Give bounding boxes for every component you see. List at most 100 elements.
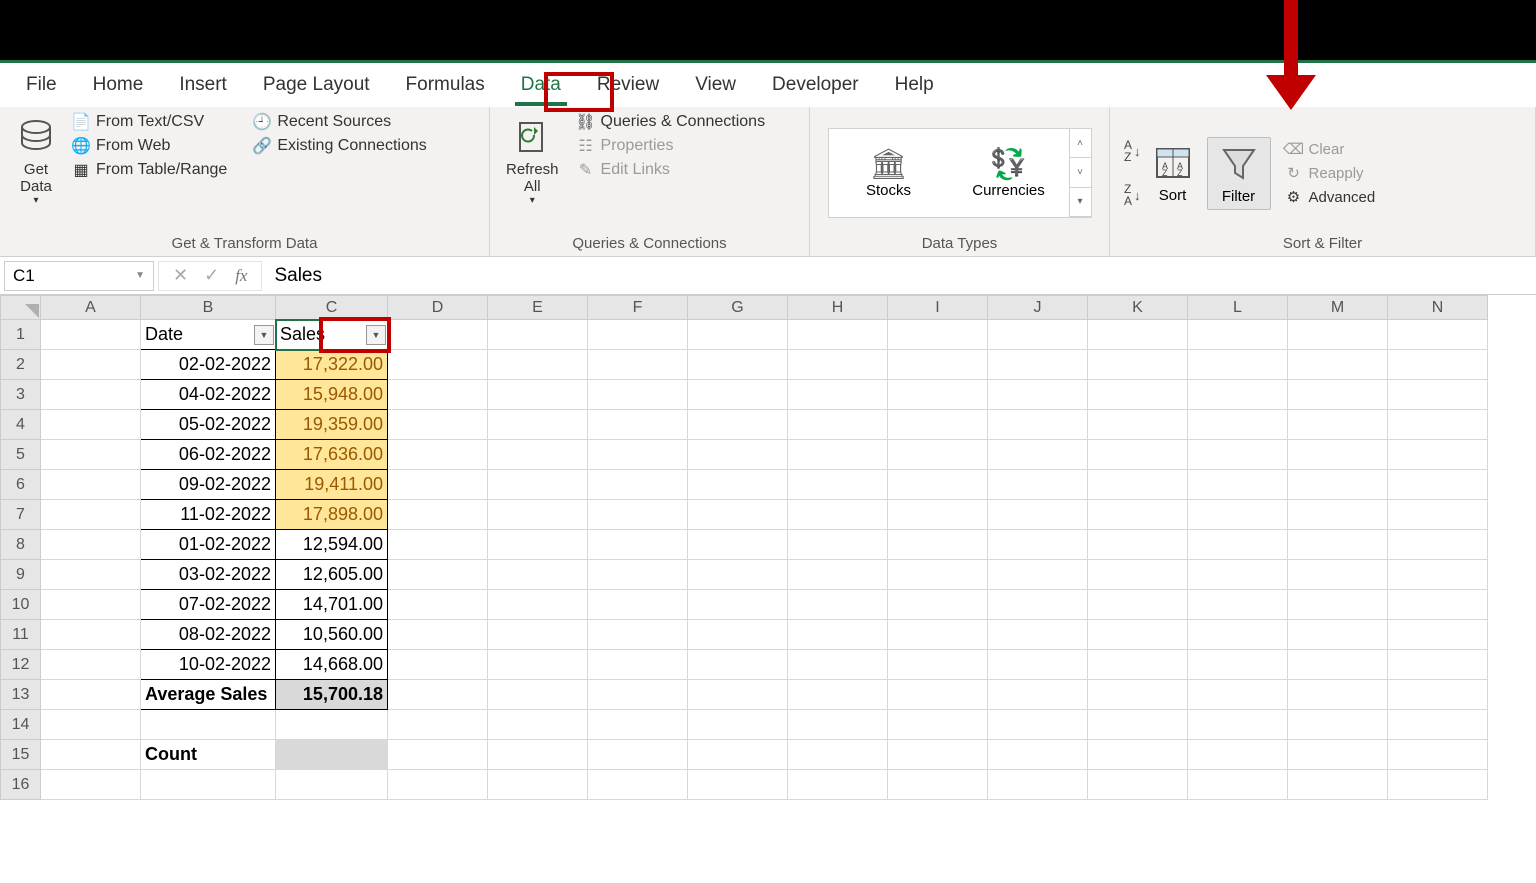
tab-page-layout[interactable]: Page Layout — [245, 66, 388, 104]
cell-E11[interactable] — [488, 620, 588, 650]
cell-J7[interactable] — [988, 500, 1088, 530]
cell-D12[interactable] — [388, 650, 488, 680]
cell-F1[interactable] — [588, 320, 688, 350]
cell-L2[interactable] — [1188, 350, 1288, 380]
cell-K9[interactable] — [1088, 560, 1188, 590]
cell-K11[interactable] — [1088, 620, 1188, 650]
column-header-G[interactable]: G — [688, 296, 788, 320]
cell-I11[interactable] — [888, 620, 988, 650]
cell-E2[interactable] — [488, 350, 588, 380]
tab-view[interactable]: View — [677, 66, 754, 104]
cell-I16[interactable] — [888, 770, 988, 800]
row-header-16[interactable]: 16 — [1, 770, 41, 800]
cell-F15[interactable] — [588, 740, 688, 770]
cell-D6[interactable] — [388, 470, 488, 500]
cell-N15[interactable] — [1388, 740, 1488, 770]
cell-D15[interactable] — [388, 740, 488, 770]
cell-H15[interactable] — [788, 740, 888, 770]
cell-H8[interactable] — [788, 530, 888, 560]
row-header-8[interactable]: 8 — [1, 530, 41, 560]
cell-D7[interactable] — [388, 500, 488, 530]
column-header-D[interactable]: D — [388, 296, 488, 320]
stocks-type[interactable]: 🏛 Stocks — [829, 147, 949, 199]
column-header-I[interactable]: I — [888, 296, 988, 320]
cell-N6[interactable] — [1388, 470, 1488, 500]
cell-B2[interactable]: 02-02-2022 — [141, 350, 276, 380]
from-text-csv-button[interactable]: 📄From Text/CSV — [72, 113, 227, 131]
cell-J3[interactable] — [988, 380, 1088, 410]
cell-F5[interactable] — [588, 440, 688, 470]
cell-K10[interactable] — [1088, 590, 1188, 620]
cell-F2[interactable] — [588, 350, 688, 380]
cell-I7[interactable] — [888, 500, 988, 530]
cell-A2[interactable] — [41, 350, 141, 380]
cell-K15[interactable] — [1088, 740, 1188, 770]
cell-K12[interactable] — [1088, 650, 1188, 680]
cell-N8[interactable] — [1388, 530, 1488, 560]
existing-connections-button[interactable]: 🔗Existing Connections — [253, 137, 426, 155]
cell-M11[interactable] — [1288, 620, 1388, 650]
cell-B16[interactable] — [141, 770, 276, 800]
cell-K2[interactable] — [1088, 350, 1188, 380]
cell-B3[interactable]: 04-02-2022 — [141, 380, 276, 410]
from-table-range-button[interactable]: ▦From Table/Range — [72, 161, 227, 179]
cell-A11[interactable] — [41, 620, 141, 650]
cell-K5[interactable] — [1088, 440, 1188, 470]
currencies-type[interactable]: 💱 Currencies — [949, 147, 1069, 199]
cell-J2[interactable] — [988, 350, 1088, 380]
cell-I15[interactable] — [888, 740, 988, 770]
cell-A4[interactable] — [41, 410, 141, 440]
cell-K6[interactable] — [1088, 470, 1188, 500]
cell-H4[interactable] — [788, 410, 888, 440]
cell-J14[interactable] — [988, 710, 1088, 740]
cell-L5[interactable] — [1188, 440, 1288, 470]
cell-A5[interactable] — [41, 440, 141, 470]
cell-A8[interactable] — [41, 530, 141, 560]
cell-B14[interactable] — [141, 710, 276, 740]
cell-H6[interactable] — [788, 470, 888, 500]
cell-M5[interactable] — [1288, 440, 1388, 470]
sort-asc-button[interactable]: AZ↓ — [1124, 139, 1141, 163]
cell-M14[interactable] — [1288, 710, 1388, 740]
cell-M13[interactable] — [1288, 680, 1388, 710]
cell-M9[interactable] — [1288, 560, 1388, 590]
cell-D14[interactable] — [388, 710, 488, 740]
filter-button[interactable]: Filter — [1207, 137, 1271, 210]
cell-C9[interactable]: 12,605.00 — [276, 560, 388, 590]
cell-D9[interactable] — [388, 560, 488, 590]
cell-I13[interactable] — [888, 680, 988, 710]
cell-N14[interactable] — [1388, 710, 1488, 740]
cell-H12[interactable] — [788, 650, 888, 680]
cell-N16[interactable] — [1388, 770, 1488, 800]
cell-G15[interactable] — [688, 740, 788, 770]
column-header-K[interactable]: K — [1088, 296, 1188, 320]
cell-L7[interactable] — [1188, 500, 1288, 530]
cell-M15[interactable] — [1288, 740, 1388, 770]
cell-B8[interactable]: 01-02-2022 — [141, 530, 276, 560]
column-header-M[interactable]: M — [1288, 296, 1388, 320]
cell-N2[interactable] — [1388, 350, 1488, 380]
cell-B13[interactable]: Average Sales — [141, 680, 276, 710]
confirm-icon[interactable]: ✓ — [204, 265, 219, 286]
cell-B4[interactable]: 05-02-2022 — [141, 410, 276, 440]
cell-C1[interactable]: Sales▼ — [276, 320, 388, 350]
cell-G16[interactable] — [688, 770, 788, 800]
row-header-13[interactable]: 13 — [1, 680, 41, 710]
cell-D4[interactable] — [388, 410, 488, 440]
cell-E14[interactable] — [488, 710, 588, 740]
cell-H1[interactable] — [788, 320, 888, 350]
cell-C7[interactable]: 17,898.00 — [276, 500, 388, 530]
formula-input[interactable]: Sales — [262, 265, 1536, 287]
cell-M1[interactable] — [1288, 320, 1388, 350]
cell-L3[interactable] — [1188, 380, 1288, 410]
recent-sources-button[interactable]: 🕘Recent Sources — [253, 113, 426, 131]
cell-E5[interactable] — [488, 440, 588, 470]
cell-C5[interactable]: 17,636.00 — [276, 440, 388, 470]
column-header-A[interactable]: A — [41, 296, 141, 320]
row-header-3[interactable]: 3 — [1, 380, 41, 410]
row-header-4[interactable]: 4 — [1, 410, 41, 440]
cell-B10[interactable]: 07-02-2022 — [141, 590, 276, 620]
cell-G10[interactable] — [688, 590, 788, 620]
cell-L16[interactable] — [1188, 770, 1288, 800]
cell-G1[interactable] — [688, 320, 788, 350]
